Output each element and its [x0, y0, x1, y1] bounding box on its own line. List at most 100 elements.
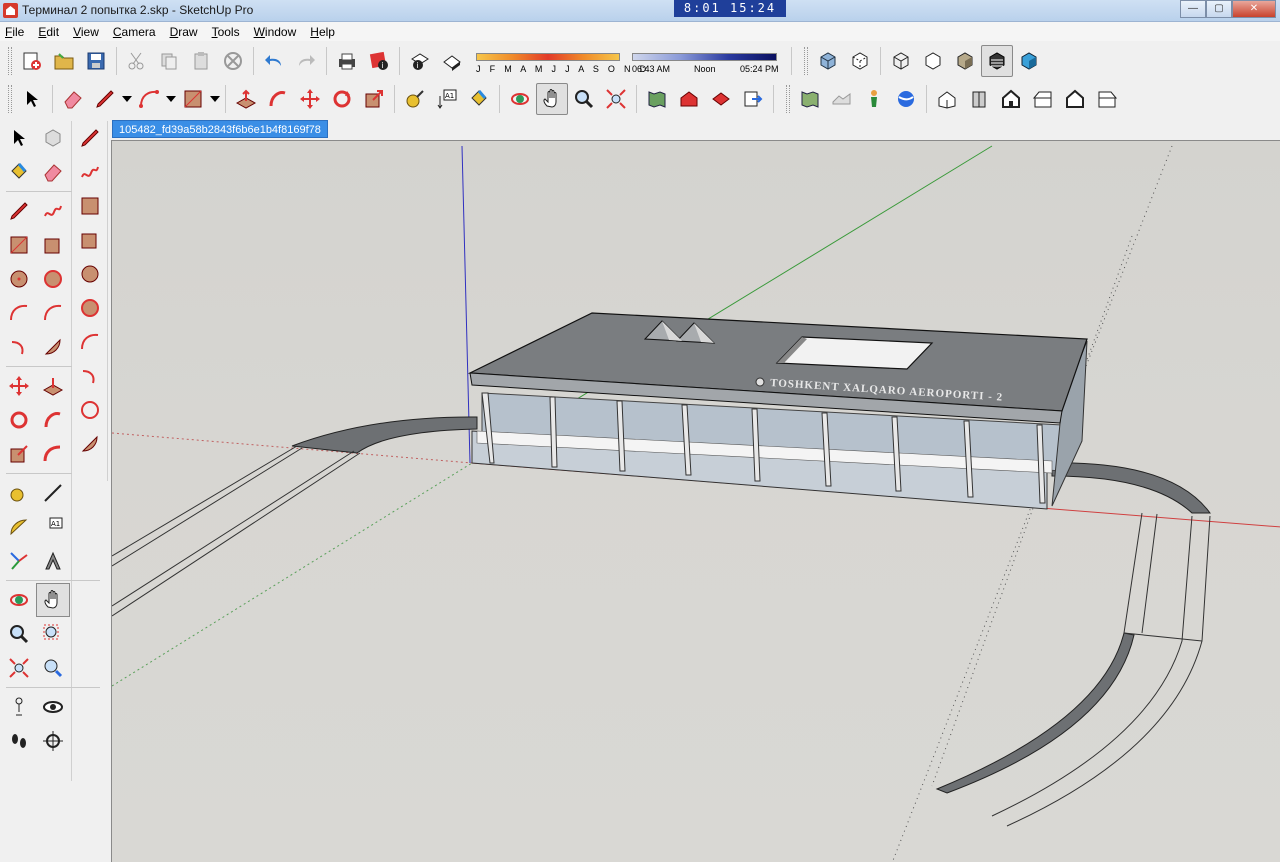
select-tool-button[interactable]: [16, 83, 48, 115]
two-point-arc-tool[interactable]: [2, 330, 36, 364]
protractor-tool[interactable]: [2, 510, 36, 544]
zoom-tool-button[interactable]: [568, 83, 600, 115]
orbit-tool[interactable]: [2, 583, 36, 617]
line-tool-button[interactable]: [89, 83, 121, 115]
select-tool[interactable]: [2, 121, 36, 155]
menu-window[interactable]: Window: [254, 25, 297, 39]
arc-tool-button[interactable]: [133, 83, 165, 115]
toolbar-grip[interactable]: [786, 85, 790, 113]
arc-tool-dropdown[interactable]: [165, 83, 177, 115]
rectangle-tool-button[interactable]: [177, 83, 209, 115]
menu-tools[interactable]: Tools: [212, 25, 240, 39]
zoom-tool[interactable]: [2, 617, 36, 651]
line-tool-dropdown[interactable]: [121, 83, 133, 115]
menu-view[interactable]: View: [73, 25, 99, 39]
get-models-button[interactable]: [641, 83, 673, 115]
cut-button[interactable]: [121, 45, 153, 77]
rotate-tool-button[interactable]: [326, 83, 358, 115]
month-slider[interactable]: [476, 53, 620, 61]
copy-button[interactable]: [153, 45, 185, 77]
model-viewport[interactable]: TOSHKENT XALQARO AEROPORTI - 2: [111, 140, 1280, 862]
mid-circle-tool[interactable]: [72, 257, 108, 291]
mid-three-point-arc-tool[interactable]: [72, 393, 108, 427]
share-model-button[interactable]: [673, 83, 705, 115]
erase-button[interactable]: [217, 45, 249, 77]
menu-help[interactable]: Help: [310, 25, 335, 39]
scale-tool-button[interactable]: [358, 83, 390, 115]
time-slider[interactable]: [632, 53, 777, 61]
open-file-button[interactable]: [48, 45, 80, 77]
offset-tool[interactable]: [36, 437, 70, 471]
menu-camera[interactable]: Camera: [113, 25, 156, 39]
paint-bucket-tool-button[interactable]: [463, 83, 495, 115]
eraser-tool-button[interactable]: [57, 83, 89, 115]
zoom-extents-tool[interactable]: [2, 651, 36, 685]
circle-tool[interactable]: [2, 262, 36, 296]
section-plane-tool[interactable]: [36, 724, 70, 758]
move-tool[interactable]: [2, 369, 36, 403]
share-component-button[interactable]: [705, 83, 737, 115]
new-file-button[interactable]: [16, 45, 48, 77]
follow-me-tool[interactable]: [36, 403, 70, 437]
pan-tool-button[interactable]: [536, 83, 568, 115]
3d-text-tool[interactable]: [36, 544, 70, 578]
mid-freehand-tool[interactable]: [72, 155, 108, 189]
orbit-tool-button[interactable]: [504, 83, 536, 115]
scale-tool[interactable]: [2, 437, 36, 471]
view-right-button[interactable]: [1027, 83, 1059, 115]
zoom-extents-tool-button[interactable]: [600, 83, 632, 115]
position-camera-tool[interactable]: [2, 690, 36, 724]
view-top-button[interactable]: [963, 83, 995, 115]
redo-button[interactable]: [290, 45, 322, 77]
menu-file[interactable]: File: [5, 25, 24, 39]
shaded-textures-button[interactable]: [981, 45, 1013, 77]
monochrome-button[interactable]: [1013, 45, 1045, 77]
push-pull-tool[interactable]: [36, 369, 70, 403]
add-location-button[interactable]: [794, 83, 826, 115]
save-button[interactable]: [80, 45, 112, 77]
rectangle-tool-dropdown[interactable]: [209, 83, 221, 115]
line-tool[interactable]: [2, 194, 36, 228]
dimension-tool-button[interactable]: A1: [431, 83, 463, 115]
mid-rotated-rectangle-tool[interactable]: [72, 223, 108, 257]
tape-measure-tool-button[interactable]: [399, 83, 431, 115]
make-component-tool[interactable]: [36, 121, 70, 155]
minimize-button[interactable]: —: [1180, 0, 1206, 18]
paste-button[interactable]: [185, 45, 217, 77]
dimension-tool[interactable]: [36, 476, 70, 510]
rotate-tool[interactable]: [2, 403, 36, 437]
photo-textures-button[interactable]: [858, 83, 890, 115]
mid-two-point-arc-tool[interactable]: [72, 359, 108, 393]
send-to-layout-button[interactable]: [737, 83, 769, 115]
toolbar-grip[interactable]: [8, 47, 12, 75]
push-pull-tool-button[interactable]: [230, 83, 262, 115]
undo-button[interactable]: [258, 45, 290, 77]
toggle-terrain-button[interactable]: [826, 83, 858, 115]
toolbar-grip[interactable]: [8, 85, 12, 113]
previous-view-tool[interactable]: [36, 651, 70, 685]
rotated-rectangle-tool[interactable]: [36, 228, 70, 262]
tape-measure-tool[interactable]: [2, 476, 36, 510]
move-tool-button[interactable]: [294, 83, 326, 115]
pan-tool[interactable]: [36, 583, 70, 617]
menu-draw[interactable]: Draw: [170, 25, 198, 39]
toolbar-grip[interactable]: [804, 47, 808, 75]
shadow-settings-button[interactable]: i: [404, 45, 436, 77]
view-front-button[interactable]: [995, 83, 1027, 115]
rectangle-tool[interactable]: [2, 228, 36, 262]
menu-edit[interactable]: Edit: [38, 25, 59, 39]
view-back-button[interactable]: [1059, 83, 1091, 115]
walk-tool[interactable]: [2, 724, 36, 758]
look-around-tool[interactable]: [36, 690, 70, 724]
hidden-line-button[interactable]: [917, 45, 949, 77]
shaded-button[interactable]: [949, 45, 981, 77]
wireframe-button[interactable]: [885, 45, 917, 77]
maximize-button[interactable]: ▢: [1206, 0, 1232, 18]
view-iso-button[interactable]: [931, 83, 963, 115]
paint-bucket-tool[interactable]: [2, 155, 36, 189]
zoom-window-tool[interactable]: [36, 617, 70, 651]
close-button[interactable]: ✕: [1232, 0, 1276, 18]
print-button[interactable]: [331, 45, 363, 77]
arc-tool[interactable]: [2, 296, 36, 330]
view-left-button[interactable]: [1091, 83, 1123, 115]
